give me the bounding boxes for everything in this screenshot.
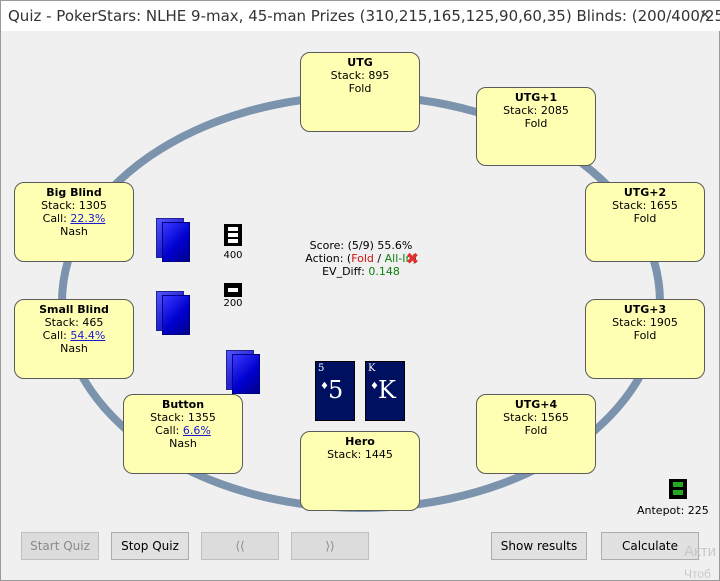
seat-name: UTG+4 (514, 398, 558, 411)
seat-name: UTG+2 (623, 186, 667, 199)
seat-hero: Hero Stack: 1445 (300, 431, 420, 511)
seat-utg3: UTG+3 Stack: 1905 Fold (585, 299, 705, 379)
card-back-icon (162, 295, 190, 335)
call-label: Call: (155, 424, 183, 437)
seat-utg1: UTG+1 Stack: 2085 Fold (476, 87, 596, 166)
card-backs-big-blind (156, 218, 192, 264)
antepot-label: Antepot: 225 (637, 504, 709, 517)
seat-action: Fold (633, 212, 657, 225)
call-pct-link[interactable]: 54.4% (70, 329, 105, 342)
window-title: Quiz - PokerStars: NLHE 9-max, 45-man Pr… (1, 1, 720, 31)
seat-name: UTG+1 (514, 91, 558, 104)
seat-name: Small Blind (39, 303, 109, 316)
seat-name: Button (161, 398, 205, 411)
seat-stack: Stack: 1565 (503, 411, 569, 424)
action-fold: Fold (351, 252, 374, 265)
seat-big-blind: Big Blind Stack: 1305 Call: 22.3% Nash (14, 182, 134, 262)
activation-watermark: Акти (684, 543, 716, 560)
seat-name: UTG+3 (623, 303, 667, 316)
call-pct-link[interactable]: 6.6% (183, 424, 211, 437)
seat-name: Big Blind (46, 186, 102, 199)
seat-stack: Stack: 1305 (41, 199, 107, 212)
seat-action: Fold (524, 424, 548, 437)
card-backs-small-blind (156, 291, 192, 337)
call-label: Call: (42, 329, 71, 342)
call-pct-link[interactable]: 22.3% (70, 212, 105, 225)
activation-watermark-sub: Чтоб (684, 567, 711, 581)
close-icon[interactable]: ✕ (689, 1, 720, 31)
bet-amount-small-blind: 200 (223, 298, 243, 309)
seat-name: Hero (345, 435, 375, 448)
card-back-icon (162, 222, 190, 262)
quiz-window: Quiz - PokerStars: NLHE 9-max, 45-man Pr… (0, 0, 720, 581)
seat-action: Fold (524, 117, 548, 130)
seat-button: Button Stack: 1355 Call: 6.6% Nash (123, 394, 243, 474)
call-label: Call: (42, 212, 71, 225)
antepot-chip-icon (669, 479, 687, 499)
seat-stack: Stack: 895 (330, 69, 390, 82)
seat-stack: Stack: 1355 (150, 411, 216, 424)
seat-mode: Nash (169, 437, 197, 450)
card-backs-button (226, 350, 262, 396)
seat-stack: Stack: 465 (44, 316, 104, 329)
seat-stack: Stack: 2085 (503, 104, 569, 117)
chip-stack-icon (224, 283, 242, 297)
hero-card-2: K ♦ K (365, 361, 405, 421)
seat-utg2: UTG+2 Stack: 1655 Fold (585, 182, 705, 262)
show-results-button[interactable]: Show results (491, 532, 587, 560)
seat-utg4: UTG+4 Stack: 1565 Fold (476, 394, 596, 474)
seat-mode: Nash (60, 342, 88, 355)
seat-name: UTG (347, 56, 373, 69)
hero-card-1: 5 ♦ 5 (315, 361, 355, 421)
seat-small-blind: Small Blind Stack: 465 Call: 54.4% Nash (14, 299, 134, 379)
wrong-answer-icon: ✖ (405, 251, 420, 268)
seat-stack: Stack: 1905 (612, 316, 678, 329)
seat-stack: Stack: 1655 (612, 199, 678, 212)
ev-diff-value: 0.148 (368, 265, 400, 278)
stop-quiz-button[interactable]: Stop Quiz (111, 532, 189, 560)
window-title-text: Quiz - PokerStars: NLHE 9-max, 45-man Pr… (8, 7, 720, 25)
prev-button[interactable]: ⟨⟨ (201, 532, 279, 560)
seat-mode: Nash (60, 225, 88, 238)
next-button[interactable]: ⟩⟩ (291, 532, 369, 560)
seat-action: Fold (348, 82, 372, 95)
chip-stack-icon (224, 224, 242, 246)
bet-amount-big-blind: 400 (223, 250, 243, 261)
seat-utg: UTG Stack: 895 Fold (300, 52, 420, 132)
start-quiz-button[interactable]: Start Quiz (21, 532, 99, 560)
card-back-icon (232, 354, 260, 394)
seat-action: Fold (633, 329, 657, 342)
seat-stack: Stack: 1445 (327, 448, 393, 461)
